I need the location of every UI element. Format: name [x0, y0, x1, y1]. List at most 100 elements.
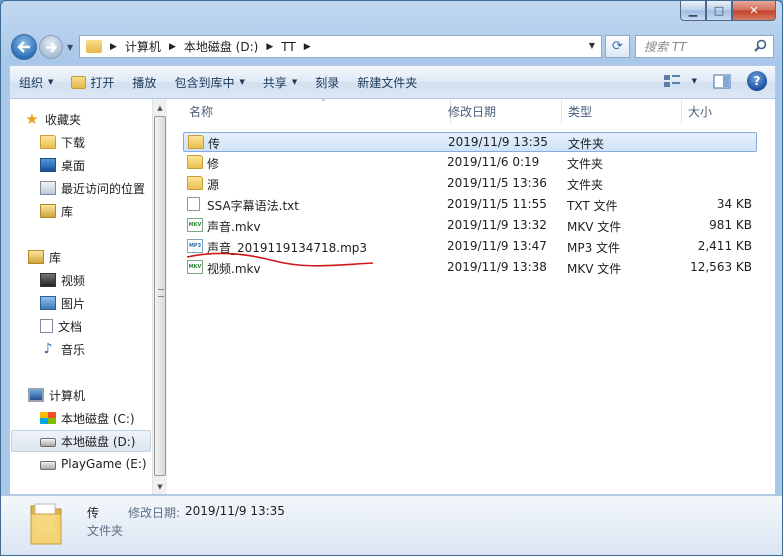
minimize-button[interactable]: ▁ [680, 1, 706, 21]
sidebar-item-drive-d[interactable]: 本地磁盘 (D:) [11, 430, 151, 452]
libraries-icon [28, 250, 44, 264]
chevron-down-icon: ▼ [291, 78, 298, 86]
file-name: 声音.mkv [207, 220, 261, 234]
preview-pane-icon[interactable] [713, 74, 731, 89]
navigation-pane: ★ 收藏夹 下载 桌面 最近访问的位置 库 库 视频 图片 文档 ♪ 音乐 计算… [10, 99, 167, 494]
address-dropdown-icon[interactable]: ▼ [589, 41, 595, 50]
file-row-ssa-txt[interactable]: SSA字幕语法.txt 2019/11/5 11:55 TXT 文件 34 KB [183, 195, 757, 215]
folder-icon [188, 135, 204, 149]
column-header-date[interactable]: 修改日期 [442, 99, 562, 124]
text-file-icon [187, 197, 200, 211]
maximize-button[interactable]: □ [706, 1, 732, 21]
sidebar-item-label: PlayGame (E:) [61, 457, 147, 471]
sidebar-favorites[interactable]: ★ 收藏夹 [24, 108, 81, 130]
sidebar-item-drive-e[interactable]: PlayGame (E:) [40, 453, 147, 475]
organize-label: 组织 [19, 75, 44, 90]
share-label: 共享 [262, 75, 287, 90]
address-bar[interactable]: ▶ 计算机 ▶ 本地磁盘 (D:) ▶ TT ▶ ▼ [79, 35, 602, 58]
view-options-dropdown-icon[interactable]: ▼ [692, 77, 697, 85]
sidebar-item-videos[interactable]: 视频 [40, 269, 85, 291]
search-input[interactable] [644, 39, 754, 54]
sidebar-item-label: 桌面 [61, 158, 86, 173]
organize-menu[interactable]: 组织 ▼ [10, 70, 62, 94]
documents-icon [40, 319, 53, 333]
file-size: 2,411 KB [697, 239, 752, 253]
play-button[interactable]: 播放 [123, 70, 165, 94]
sidebar-item-pictures[interactable]: 图片 [40, 292, 85, 314]
sidebar-item-library[interactable]: 库 [40, 200, 73, 222]
refresh-icon: ⟳ [612, 39, 623, 54]
scroll-up-arrow-icon[interactable]: ▲ [153, 100, 167, 115]
file-row-yuan-folder[interactable]: 源 2019/11/5 13:36 文件夹 [183, 174, 757, 194]
include-in-library-menu[interactable]: 包含到库中 ▼ [165, 70, 253, 94]
forward-arrow-icon [46, 41, 57, 53]
back-button[interactable] [11, 34, 37, 60]
sidebar-item-downloads[interactable]: 下载 [40, 131, 85, 153]
new-folder-button[interactable]: 新建文件夹 [348, 70, 426, 94]
breadcrumb-computer[interactable]: 计算机 [125, 38, 161, 55]
scrollbar-thumb[interactable] [154, 116, 166, 476]
breadcrumb-tt[interactable]: TT [281, 40, 295, 54]
sidebar-libraries[interactable]: 库 [28, 246, 61, 268]
recent-places-icon [40, 181, 56, 195]
sidebar-item-recent-places[interactable]: 最近访问的位置 [40, 177, 145, 199]
sidebar-item-drive-c[interactable]: 本地磁盘 (C:) [40, 407, 135, 429]
file-row-chuan-folder[interactable]: 传 2019/11/9 13:35 文件夹 [183, 132, 757, 152]
change-view-icon[interactable] [663, 74, 681, 88]
file-row-shengyin-mkv[interactable]: MKV 声音.mkv 2019/11/9 13:32 MKV 文件 981 KB [183, 216, 757, 236]
file-name: 传 [208, 137, 221, 151]
search-icon[interactable] [754, 39, 767, 56]
file-name: 源 [207, 178, 220, 192]
navigation-scrollbar[interactable]: ▲ ▼ [152, 99, 167, 494]
recent-pages-dropdown-icon[interactable]: ▼ [67, 43, 73, 52]
scroll-down-arrow-icon[interactable]: ▼ [153, 479, 167, 494]
help-button[interactable]: ? [747, 71, 767, 91]
content-area: ★ 收藏夹 下载 桌面 最近访问的位置 库 库 视频 图片 文档 ♪ 音乐 计算… [9, 98, 776, 495]
library-icon [40, 204, 56, 218]
sidebar-item-label: 最近访问的位置 [61, 181, 146, 196]
breadcrumb-separator-icon[interactable]: ▶ [266, 42, 273, 52]
column-header-label: 类型 [568, 105, 593, 119]
file-row-xiu-folder[interactable]: 修 2019/11/6 0:19 文件夹 [183, 153, 757, 173]
large-folder-icon [30, 503, 62, 545]
file-type: TXT 文件 [567, 199, 618, 213]
open-button[interactable]: 打开 [62, 70, 123, 94]
file-date: 2019/11/9 13:47 [447, 239, 547, 253]
sidebar-item-desktop[interactable]: 桌面 [40, 154, 85, 176]
sidebar-computer[interactable]: 计算机 [28, 384, 85, 406]
open-folder-icon [71, 75, 87, 89]
breadcrumb-drive-d[interactable]: 本地磁盘 (D:) [184, 38, 258, 55]
sidebar-item-music[interactable]: ♪ 音乐 [40, 338, 85, 360]
sidebar-item-documents[interactable]: 文档 [40, 315, 82, 337]
sidebar-item-label: 文档 [58, 319, 83, 334]
close-button[interactable]: ✕ [732, 1, 776, 21]
breadcrumb-separator-icon[interactable]: ▶ [110, 42, 117, 52]
red-underline-annotation [186, 252, 374, 267]
navigation-buttons: ▼ [11, 34, 73, 60]
back-arrow-icon [17, 41, 30, 53]
details-modified-value: 2019/11/9 13:35 [185, 504, 285, 518]
column-header-size[interactable]: 大小 [682, 99, 760, 124]
file-date: 2019/11/5 13:36 [447, 176, 547, 190]
search-box[interactable] [635, 35, 774, 58]
sidebar-item-label: 本地磁盘 (C:) [61, 411, 135, 426]
sidebar-computer-label: 计算机 [49, 388, 86, 403]
breadcrumb-separator-icon[interactable]: ▶ [169, 42, 176, 52]
file-type: MKV 文件 [567, 220, 622, 234]
breadcrumb-separator-icon[interactable]: ▶ [304, 42, 311, 52]
desktop-icon [40, 158, 56, 172]
burn-button[interactable]: 刻录 [306, 70, 348, 94]
sidebar-item-label: 图片 [61, 296, 86, 311]
forward-button[interactable] [39, 35, 63, 59]
details-modified-label: 修改日期: [128, 506, 181, 520]
file-type: 文件夹 [567, 157, 604, 171]
open-label: 打开 [90, 75, 115, 90]
chevron-down-icon: ▼ [48, 78, 54, 86]
refresh-button[interactable]: ⟳ [605, 35, 630, 58]
music-note-icon: ♪ [43, 341, 53, 357]
explorer-window: ▁ □ ✕ ▼ ▶ 计算机 ▶ 本地磁盘 (D:) ▶ TT ▶ ▼ ⟳ 组织 [0, 0, 783, 556]
sort-ascending-icon: ⌃ [320, 98, 327, 107]
column-header-type[interactable]: 类型 [562, 99, 682, 124]
share-menu[interactable]: 共享 ▼ [254, 70, 306, 94]
column-header-name[interactable]: 名称 ⌃ [181, 98, 451, 124]
